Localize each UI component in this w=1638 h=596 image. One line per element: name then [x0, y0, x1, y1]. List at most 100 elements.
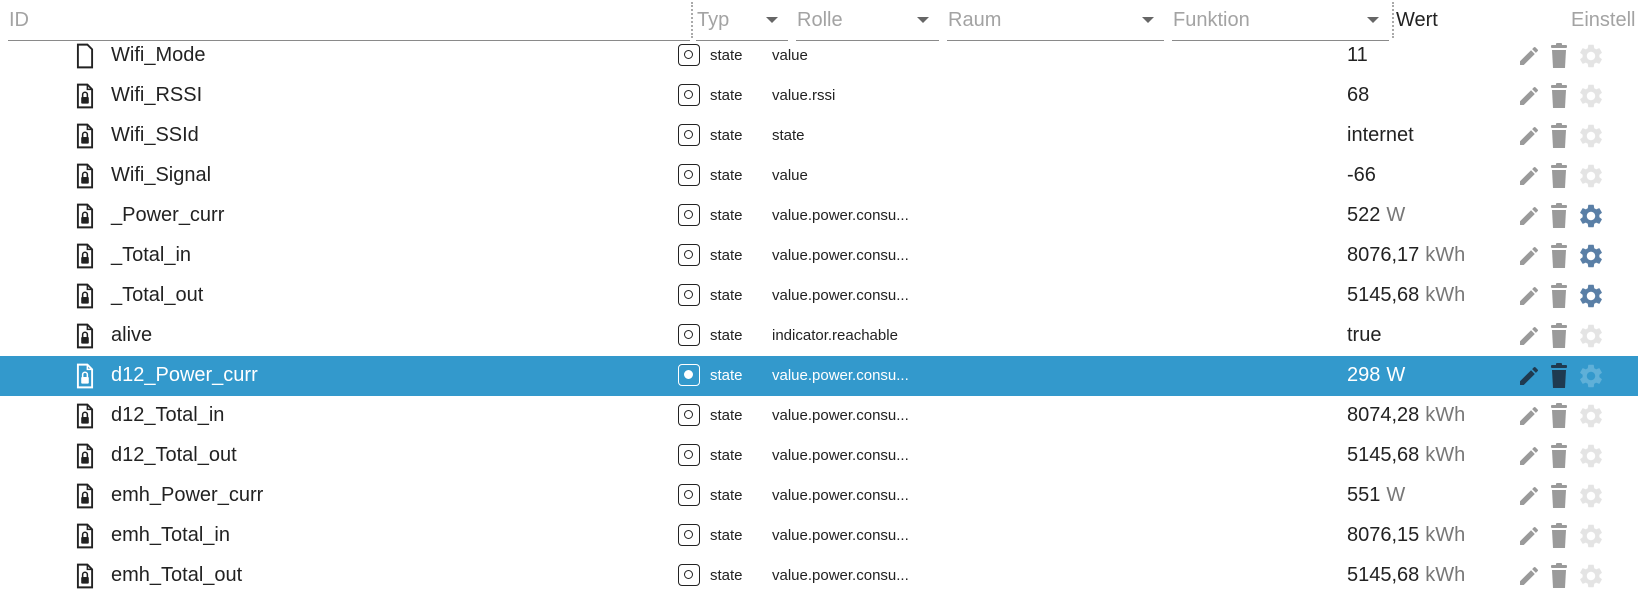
typ-filter-select[interactable]: Typ — [696, 0, 788, 41]
delete-icon[interactable] — [1549, 483, 1569, 509]
settings-gear-icon[interactable] — [1577, 42, 1605, 70]
file-lock-icon — [76, 123, 94, 149]
settings-gear-icon[interactable] — [1577, 162, 1605, 190]
delete-icon[interactable] — [1549, 363, 1569, 389]
file-lock-icon — [76, 483, 94, 509]
object-value[interactable]: 5145,68 kWh — [1347, 444, 1465, 467]
table-row[interactable]: emh_Total_out state value.power.consu... 51… — [0, 556, 1638, 596]
table-row[interactable]: d12_Power_curr state value.power.consu... 2… — [0, 356, 1638, 396]
settings-gear-icon[interactable] — [1577, 242, 1605, 270]
object-value[interactable]: internet — [1347, 124, 1414, 147]
column-resize-handle[interactable] — [1392, 2, 1394, 38]
object-type: state — [710, 487, 743, 504]
object-value[interactable]: 5145,68 kWh — [1347, 284, 1465, 307]
delete-icon[interactable] — [1549, 243, 1569, 269]
delete-icon[interactable] — [1549, 43, 1569, 69]
table-row[interactable]: Wifi_RSSI state value.rssi 68 — [0, 76, 1638, 116]
edit-icon[interactable] — [1517, 364, 1541, 388]
edit-icon[interactable] — [1517, 204, 1541, 228]
settings-gear-icon[interactable] — [1577, 362, 1605, 390]
object-value[interactable]: 298 W — [1347, 364, 1405, 387]
settings-gear-icon[interactable] — [1577, 322, 1605, 350]
object-value[interactable]: 551 W — [1347, 484, 1405, 507]
file-lock-icon — [76, 363, 94, 389]
table-row[interactable]: Wifi_Mode state value 11 — [0, 36, 1638, 76]
table-row[interactable]: d12_Total_out state value.power.consu... 51… — [0, 436, 1638, 476]
edit-icon[interactable] — [1517, 564, 1541, 588]
object-id: emh_Total_in — [111, 524, 230, 546]
delete-icon[interactable] — [1549, 443, 1569, 469]
table-row[interactable]: Wifi_Signal state value -66 — [0, 156, 1638, 196]
file-lock-icon — [76, 83, 94, 109]
object-value[interactable]: 8074,28 kWh — [1347, 404, 1465, 427]
table-row[interactable]: emh_Power_curr state value.power.consu... 5… — [0, 476, 1638, 516]
object-value[interactable]: 522 W — [1347, 204, 1405, 227]
delete-icon[interactable] — [1549, 523, 1569, 549]
state-type-icon — [678, 484, 700, 506]
edit-icon[interactable] — [1517, 324, 1541, 348]
delete-icon[interactable] — [1549, 563, 1569, 589]
object-type: state — [710, 247, 743, 264]
settings-gear-icon[interactable] — [1577, 562, 1605, 590]
edit-icon[interactable] — [1517, 164, 1541, 188]
file-lock-icon — [76, 283, 94, 309]
state-dot — [684, 530, 693, 539]
object-value[interactable]: 8076,15 kWh — [1347, 524, 1465, 547]
raum-filter-select[interactable]: Raum — [947, 0, 1164, 41]
settings-gear-icon[interactable] — [1577, 282, 1605, 310]
settings-gear-icon[interactable] — [1577, 482, 1605, 510]
object-type: state — [710, 407, 743, 424]
delete-icon[interactable] — [1549, 203, 1569, 229]
value-number: 522 — [1347, 204, 1381, 226]
table-row[interactable]: emh_Total_in state value.power.consu... 807… — [0, 516, 1638, 556]
edit-icon[interactable] — [1517, 44, 1541, 68]
state-type-icon — [678, 404, 700, 426]
object-id: Wifi_RSSI — [111, 84, 203, 106]
funktion-filter-select[interactable]: Funktion — [1172, 0, 1389, 41]
delete-icon[interactable] — [1549, 403, 1569, 429]
delete-icon[interactable] — [1549, 163, 1569, 189]
value-number: 5145,68 — [1347, 284, 1420, 306]
table-row[interactable]: Wifi_SSId state state internet — [0, 116, 1638, 156]
state-dot — [684, 330, 693, 339]
object-value[interactable]: 11 — [1347, 44, 1368, 67]
funktion-dropdown-icon — [1367, 17, 1379, 23]
table-row[interactable]: _Power_curr state value.power.consu... 522 W — [0, 196, 1638, 236]
column-resize-handle[interactable] — [691, 2, 693, 38]
table-row[interactable]: alive state indicator.reachable true — [0, 316, 1638, 356]
table-row[interactable]: _Total_out state value.power.consu... 5145,… — [0, 276, 1638, 316]
object-value[interactable]: true — [1347, 324, 1381, 347]
delete-icon[interactable] — [1549, 83, 1569, 109]
table-row[interactable]: _Total_in state value.power.consu... 8076,1… — [0, 236, 1638, 276]
object-value[interactable]: 68 — [1347, 84, 1369, 107]
file-lock-icon — [76, 243, 94, 269]
edit-icon[interactable] — [1517, 524, 1541, 548]
delete-icon[interactable] — [1549, 283, 1569, 309]
id-filter-label: ID — [9, 9, 29, 31]
table-row[interactable]: d12_Total_in state value.power.consu... 807… — [0, 396, 1638, 436]
file-lock-icon — [76, 403, 94, 429]
object-id: Wifi_Mode — [111, 44, 206, 66]
object-value[interactable]: 8076,17 kWh — [1347, 244, 1465, 267]
delete-icon[interactable] — [1549, 323, 1569, 349]
value-number: 8076,15 — [1347, 524, 1420, 546]
value-number: 298 — [1347, 364, 1381, 386]
delete-icon[interactable] — [1549, 123, 1569, 149]
settings-gear-icon[interactable] — [1577, 202, 1605, 230]
edit-icon[interactable] — [1517, 124, 1541, 148]
edit-icon[interactable] — [1517, 244, 1541, 268]
object-value[interactable]: -66 — [1347, 164, 1376, 187]
edit-icon[interactable] — [1517, 404, 1541, 428]
object-value[interactable]: 5145,68 kWh — [1347, 564, 1465, 587]
settings-gear-icon[interactable] — [1577, 82, 1605, 110]
settings-gear-icon[interactable] — [1577, 402, 1605, 430]
settings-gear-icon[interactable] — [1577, 442, 1605, 470]
edit-icon[interactable] — [1517, 84, 1541, 108]
settings-gear-icon[interactable] — [1577, 122, 1605, 150]
edit-icon[interactable] — [1517, 444, 1541, 468]
edit-icon[interactable] — [1517, 284, 1541, 308]
settings-gear-icon[interactable] — [1577, 522, 1605, 550]
rolle-filter-select[interactable]: Rolle — [796, 0, 939, 41]
id-filter-input[interactable]: ID — [8, 0, 690, 41]
edit-icon[interactable] — [1517, 484, 1541, 508]
